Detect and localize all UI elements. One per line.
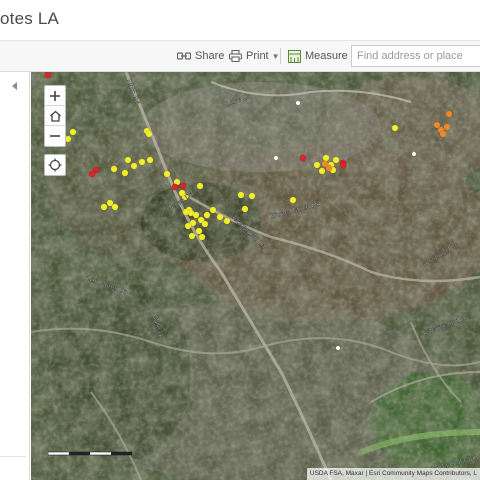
yellow-incident-point[interactable] — [196, 182, 204, 190]
street-label: Mockingbird Ln — [228, 212, 267, 251]
yellow-incident-point[interactable] — [322, 154, 330, 162]
street-label: Aventura Rd — [422, 243, 459, 269]
yellow-incident-point[interactable] — [69, 128, 77, 136]
locate-icon — [48, 158, 62, 172]
yellow-incident-point[interactable] — [216, 213, 224, 221]
yellow-incident-point[interactable] — [184, 222, 192, 230]
toolbar: Share Print ▼ Measure — [0, 41, 480, 72]
app-title: otes LA — [0, 9, 60, 28]
zoom-in-button[interactable] — [45, 86, 65, 106]
yellow-incident-point[interactable] — [138, 158, 146, 166]
yellow-incident-point[interactable] — [192, 211, 200, 219]
white-incident-point[interactable] — [335, 345, 341, 351]
measure-button[interactable]: Measure — [288, 41, 348, 71]
yellow-incident-point[interactable] — [223, 217, 231, 225]
yellow-incident-point[interactable] — [110, 165, 118, 173]
street-label: Cherrywood Dr — [422, 314, 469, 337]
street-label: Las Flores Dr — [86, 275, 128, 296]
minus-icon — [50, 135, 60, 137]
yellow-incident-point[interactable] — [248, 192, 256, 200]
yellow-incident-point[interactable] — [332, 156, 340, 164]
yellow-incident-point[interactable] — [318, 167, 326, 175]
side-panel — [0, 72, 30, 480]
locate-button[interactable] — [44, 154, 66, 176]
measure-label: Measure — [305, 50, 348, 62]
street-label: Pinto Rd — [125, 78, 141, 106]
red-incident-point[interactable] — [171, 183, 179, 191]
red-incident-point[interactable] — [339, 161, 347, 169]
orange-incident-point[interactable] — [445, 110, 453, 118]
orange-incident-point[interactable] — [443, 123, 451, 131]
print-label: Print — [246, 50, 269, 62]
yellow-incident-point[interactable] — [124, 156, 132, 164]
yellow-incident-point[interactable] — [195, 227, 203, 235]
yellow-incident-point[interactable] — [201, 220, 209, 228]
yellow-incident-point[interactable] — [130, 162, 138, 170]
print-button[interactable]: Print ▼ — [229, 41, 280, 71]
red-incident-point[interactable] — [299, 154, 307, 162]
yellow-incident-point[interactable] — [237, 191, 245, 199]
yellow-incident-point[interactable] — [163, 170, 171, 178]
red-incident-point[interactable] — [179, 182, 187, 190]
zoom-control — [44, 85, 66, 147]
yellow-incident-point[interactable] — [146, 156, 154, 164]
red-incident-point[interactable] — [44, 72, 52, 79]
home-button[interactable] — [45, 106, 65, 126]
street-label: Stone Ranch Rd — [270, 200, 322, 220]
yellow-incident-point[interactable] — [111, 203, 119, 211]
zoom-out-button[interactable] — [45, 126, 65, 146]
share-label: Share — [195, 50, 225, 62]
home-icon — [49, 110, 61, 122]
orange-incident-point[interactable] — [325, 164, 333, 172]
white-incident-point[interactable] — [295, 100, 301, 106]
toolbar-divider — [280, 48, 281, 64]
plus-icon — [50, 90, 60, 101]
map-attribution: USDA FSA, Maxar | Esri Community Maps Co… — [306, 468, 480, 480]
yellow-incident-point[interactable] — [209, 206, 217, 214]
map-view[interactable]: Lake Dr Pinto Rd Reyes Dr Mockingbird Ln Sto… — [31, 72, 480, 480]
title-bar: otes LA — [0, 0, 480, 41]
ruler-icon — [288, 49, 301, 63]
share-button[interactable]: Share — [177, 41, 224, 71]
yellow-incident-point[interactable] — [145, 130, 153, 138]
yellow-incident-point[interactable] — [198, 233, 206, 241]
yellow-incident-point[interactable] — [203, 211, 211, 219]
orange-incident-point[interactable] — [439, 130, 447, 138]
yellow-incident-point[interactable] — [188, 232, 196, 240]
yellow-incident-point[interactable] — [121, 169, 129, 177]
yellow-incident-point[interactable] — [100, 203, 108, 211]
scale-bar — [48, 451, 132, 456]
yellow-incident-point[interactable] — [289, 196, 297, 204]
yellow-incident-point[interactable] — [241, 205, 249, 213]
street-label: Lake Dr — [226, 93, 252, 108]
yellow-incident-point[interactable] — [182, 208, 190, 216]
printer-icon — [229, 50, 242, 62]
share-icon — [177, 52, 191, 60]
chevron-left-icon[interactable] — [12, 82, 17, 90]
search-input[interactable] — [351, 45, 480, 67]
red-incident-point[interactable] — [88, 170, 96, 178]
street-label: Calle Dr — [151, 313, 164, 340]
white-incident-point[interactable] — [273, 155, 279, 161]
incident-points-layer[interactable]: Lake DrPinto RdReyes DrMockingbird LnSto… — [31, 72, 480, 480]
panel-divider — [0, 456, 26, 457]
chevron-down-icon: ▼ — [271, 51, 280, 61]
yellow-incident-point[interactable] — [313, 161, 321, 169]
yellow-incident-point[interactable] — [391, 124, 399, 132]
white-incident-point[interactable] — [411, 151, 417, 157]
